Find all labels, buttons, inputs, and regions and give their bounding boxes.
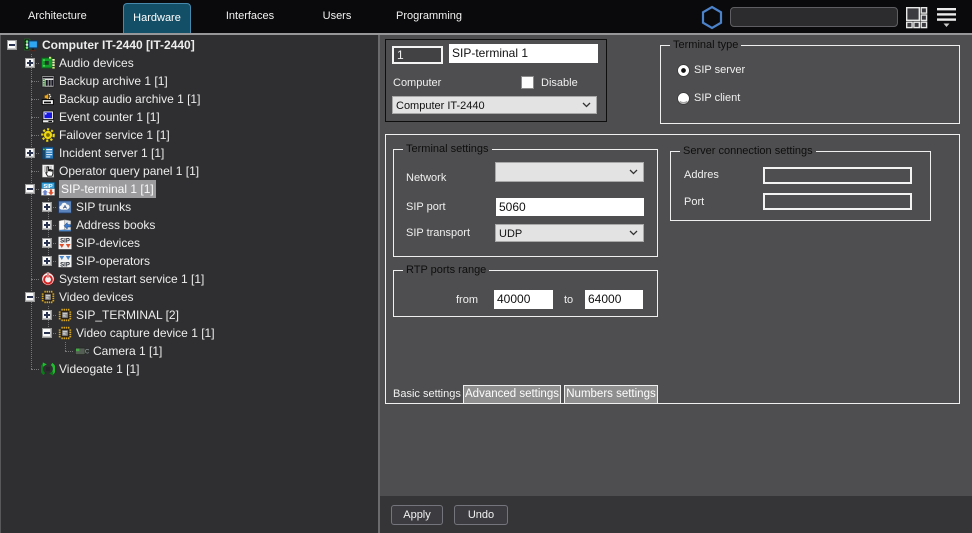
svg-text:SIP: SIP	[60, 238, 70, 244]
svg-text:SIP: SIP	[60, 263, 70, 268]
